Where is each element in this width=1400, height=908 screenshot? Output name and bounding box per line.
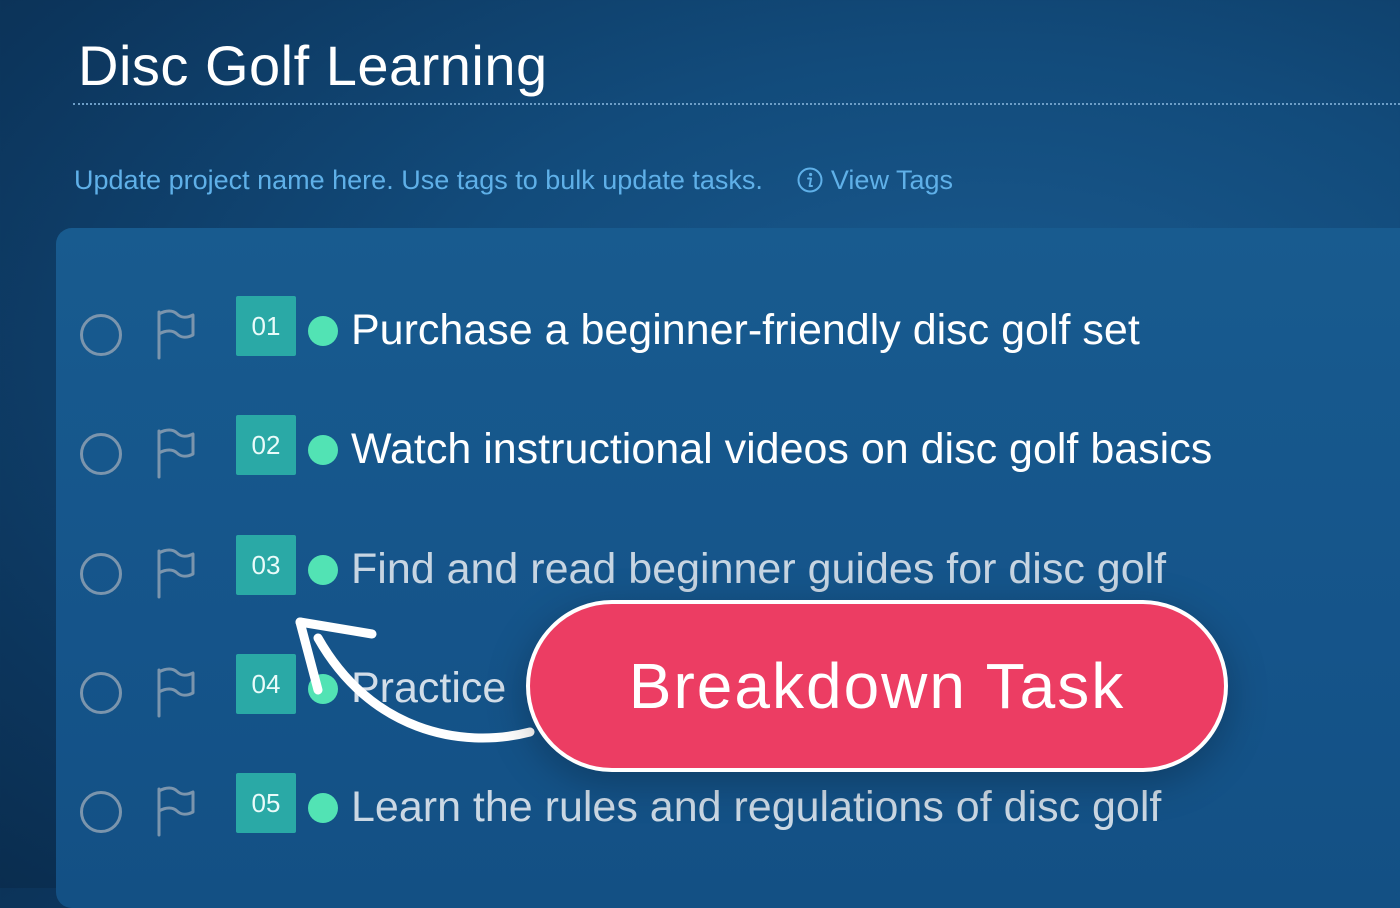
complete-task-checkbox[interactable]: [80, 314, 122, 356]
project-hint-text: Update project name here. Use tags to bu…: [74, 164, 763, 195]
view-tags-link[interactable]: View Tags: [797, 165, 953, 196]
complete-task-checkbox[interactable]: [80, 791, 122, 833]
task-title[interactable]: Watch instructional videos on disc golf …: [351, 421, 1212, 477]
title-underline: [73, 103, 1400, 105]
complete-task-checkbox[interactable]: [80, 553, 122, 595]
flag-icon[interactable]: [156, 308, 196, 360]
task-title[interactable]: Purchase a beginner-friendly disc golf s…: [351, 302, 1140, 358]
view-tags-label: View Tags: [830, 164, 953, 195]
hint-row: Update project name here. Use tags to bu…: [74, 160, 953, 200]
task-title[interactable]: Find and read beginner guides for disc g…: [351, 541, 1166, 597]
task-row: 03 Find and read beginner guides for dis…: [78, 535, 1378, 605]
complete-task-checkbox[interactable]: [80, 433, 122, 475]
project-title-input[interactable]: Disc Golf Learning: [78, 30, 548, 102]
task-number-badge: 01: [236, 296, 296, 356]
flag-icon[interactable]: [156, 785, 196, 837]
status-dot: [308, 435, 338, 465]
curved-arrow-icon: [295, 617, 535, 743]
task-row: 05 Learn the rules and regulations of di…: [78, 773, 1378, 843]
complete-task-checkbox[interactable]: [80, 672, 122, 714]
status-dot: [308, 316, 338, 346]
callout-label: Breakdown Task: [628, 650, 1126, 722]
info-icon: [797, 167, 823, 193]
task-title[interactable]: Learn the rules and regulations of disc …: [351, 779, 1161, 835]
task-number-badge: 03: [236, 535, 296, 595]
task-number-badge: 02: [236, 415, 296, 475]
task-number-badge: 04: [236, 654, 296, 714]
status-dot: [308, 555, 338, 585]
flag-icon[interactable]: [156, 547, 196, 599]
task-row: 01 Purchase a beginner-friendly disc gol…: [78, 296, 1378, 366]
breakdown-task-callout[interactable]: Breakdown Task: [526, 600, 1228, 772]
task-number-badge: 05: [236, 773, 296, 833]
status-dot: [308, 793, 338, 823]
task-row: 02 Watch instructional videos on disc go…: [78, 415, 1378, 485]
flag-icon[interactable]: [156, 427, 196, 479]
flag-icon[interactable]: [156, 666, 196, 718]
